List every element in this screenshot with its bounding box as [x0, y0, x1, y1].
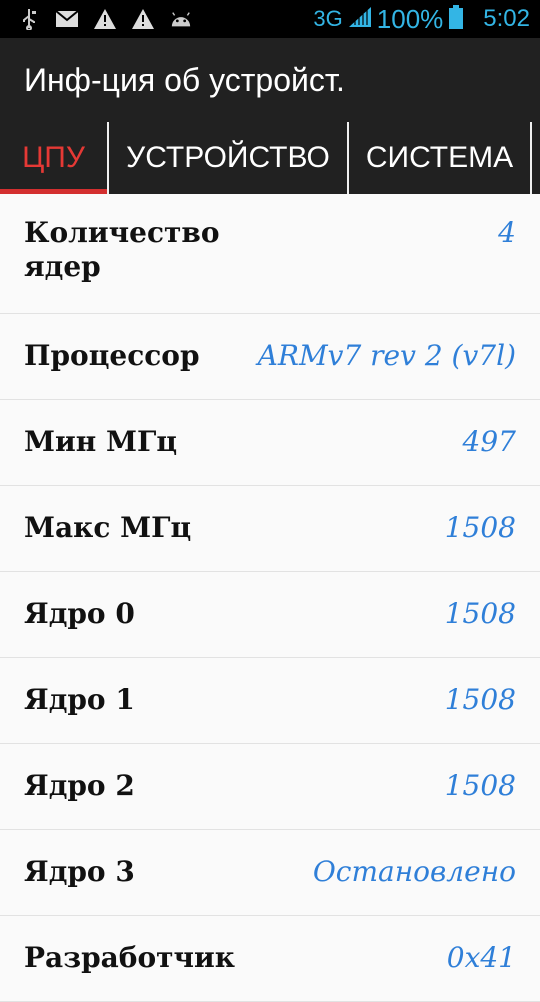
battery-percent: 100% — [376, 3, 444, 34]
list-item[interactable]: Количество ядер 4 — [0, 194, 540, 314]
network-type: 3G — [313, 6, 343, 31]
battery-icon — [449, 4, 464, 34]
row-label: Количество ядер — [24, 216, 220, 283]
usb-icon — [18, 8, 40, 30]
tab-bar: ЦПУ УСТРОЙСТВО СИСТЕМА — [0, 122, 540, 194]
row-value: 4 — [498, 216, 516, 249]
warning-icon — [94, 8, 116, 30]
tab-more[interactable] — [532, 122, 540, 194]
row-label: Ядро 1 — [24, 683, 135, 716]
row-label: Мин МГц — [24, 425, 178, 458]
warning-icon — [132, 8, 154, 30]
list-item[interactable]: Процессор ARMv7 rev 2 (v7l) — [0, 314, 540, 400]
android-icon — [170, 8, 192, 30]
row-label: Ядро 0 — [24, 597, 135, 630]
row-value: 1508 — [444, 683, 516, 716]
row-label: Ядро 2 — [24, 769, 135, 802]
row-label: Ядро 3 — [24, 855, 135, 888]
row-value: 1508 — [444, 769, 516, 802]
tab-device[interactable]: УСТРОЙСТВО — [109, 122, 349, 194]
list-item[interactable]: Ядро 0 1508 — [0, 572, 540, 658]
list-item[interactable]: Мин МГц 497 — [0, 400, 540, 486]
list-item[interactable]: Ядро 2 1508 — [0, 744, 540, 830]
row-value: 497 — [462, 425, 516, 458]
row-label: Макс МГц — [24, 511, 192, 544]
row-label: Разработчик — [24, 941, 235, 974]
list-item[interactable]: Ядро 1 1508 — [0, 658, 540, 744]
cpu-info-list: Количество ядер 4 Процессор ARMv7 rev 2 … — [0, 194, 540, 1002]
tab-cpu[interactable]: ЦПУ — [0, 122, 109, 194]
system-status: 3G 100% 5:02 — [313, 4, 530, 35]
clock: 5:02 — [483, 5, 530, 32]
mail-icon — [56, 8, 78, 30]
list-item[interactable]: Ядро 3 Остановлено — [0, 830, 540, 916]
notification-icons — [18, 8, 192, 30]
status-bar: 3G 100% 5:02 — [0, 0, 540, 38]
row-label: Процессор — [24, 339, 200, 372]
tab-system[interactable]: СИСТЕМА — [349, 122, 532, 194]
list-item[interactable]: Макс МГц 1508 — [0, 486, 540, 572]
list-item[interactable]: Разработчик 0x41 — [0, 916, 540, 1002]
app-bar: Инф-ция об устройст. — [0, 38, 540, 122]
app-title: Инф-ция об устройст. — [24, 61, 345, 98]
signal-icon — [348, 6, 371, 32]
row-value: 1508 — [444, 597, 516, 630]
row-value: ARMv7 rev 2 (v7l) — [257, 339, 516, 372]
row-value: 0x41 — [446, 941, 516, 974]
row-value: Остановлено — [312, 855, 516, 888]
row-value: 1508 — [444, 511, 516, 544]
